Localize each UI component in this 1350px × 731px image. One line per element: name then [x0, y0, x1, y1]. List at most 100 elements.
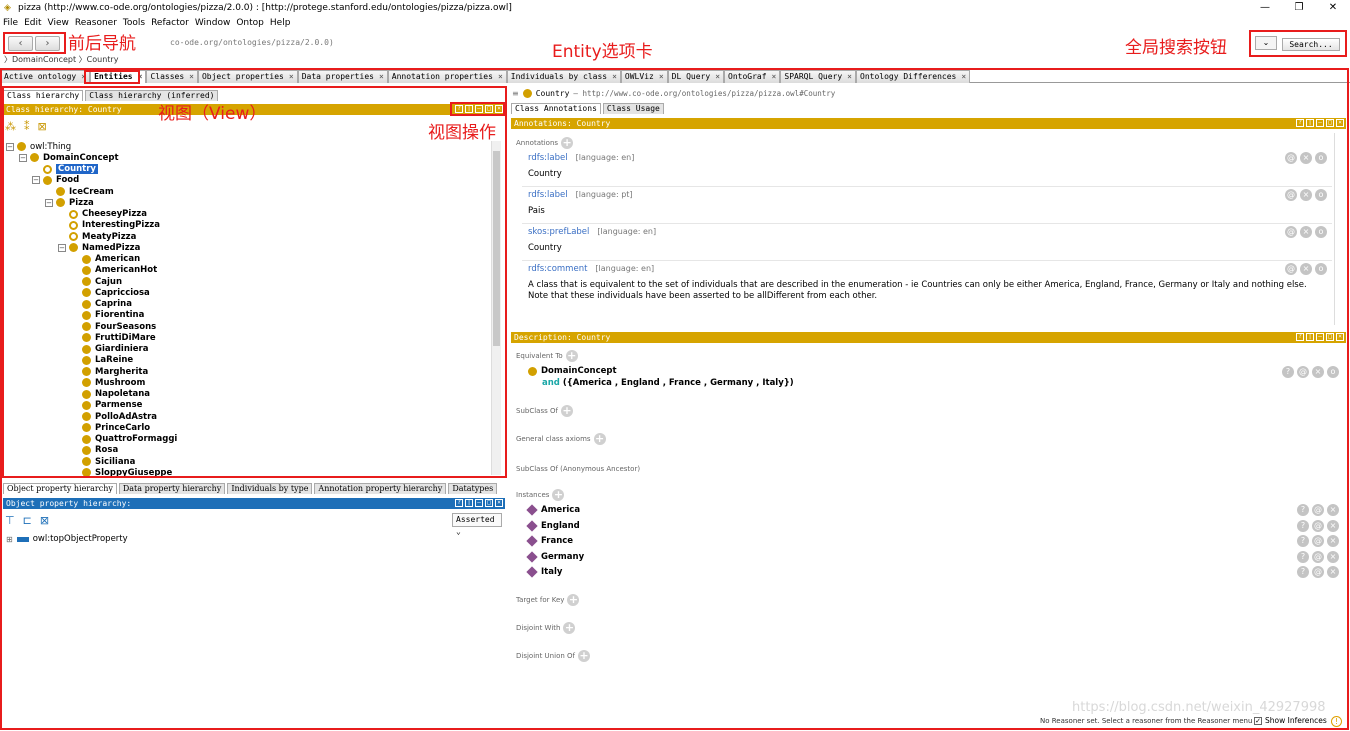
tree-node[interactable]: QuattroFormaggi: [6, 434, 177, 445]
help-icon[interactable]: ?: [455, 499, 463, 507]
tree-node[interactable]: PolloAdAstra: [6, 411, 177, 422]
tab-class-usage[interactable]: Class Usage: [602, 103, 664, 114]
collapse-toggle-icon[interactable]: −: [32, 176, 40, 185]
help-icon[interactable]: ?: [1296, 119, 1304, 127]
maximize-view-icon[interactable]: □: [1326, 119, 1334, 127]
delete-icon[interactable]: ×: [1327, 566, 1339, 578]
annotation-item[interactable]: rdfs:comment [language: en] A class that i…: [528, 264, 1328, 302]
edit-icon[interactable]: o: [1315, 226, 1327, 238]
tree-node[interactable]: SloppyGiuseppe: [6, 467, 177, 478]
tab-active-ontology[interactable]: Active ontology ×: [0, 70, 91, 83]
tree-node[interactable]: Mushroom: [6, 377, 177, 388]
close-tab-icon[interactable]: ×: [138, 71, 143, 83]
delete-icon[interactable]: ×: [1300, 226, 1312, 238]
instance-item[interactable]: Italy: [526, 566, 562, 578]
delete-icon[interactable]: ×: [1327, 504, 1339, 516]
asserted-select[interactable]: Asserted ⌄: [452, 513, 502, 536]
tab-datatypes[interactable]: Datatypes: [448, 483, 498, 494]
menu-reasoner[interactable]: Reasoner: [75, 18, 117, 28]
tree-node[interactable]: Margherita: [6, 366, 177, 377]
minimize-button[interactable]: —: [1248, 0, 1282, 16]
add-subclass-icon[interactable]: ⁂: [5, 120, 16, 133]
close-tab-icon[interactable]: ×: [847, 71, 852, 83]
pin-icon[interactable]: |: [1306, 119, 1314, 127]
top-object-property-node[interactable]: ⊞ owl:topObjectProperty: [6, 534, 128, 544]
annotation-item[interactable]: rdfs:label [language: pt] Pais: [528, 190, 1328, 217]
explain-icon[interactable]: ?: [1297, 566, 1309, 578]
class-tree-scrollbar[interactable]: [491, 141, 501, 475]
annotate-icon[interactable]: @: [1297, 366, 1309, 378]
show-inferences-toggle[interactable]: ✓ Show Inferences: [1254, 716, 1327, 725]
menu-ontop[interactable]: Ontop: [236, 18, 264, 28]
annotate-icon[interactable]: @: [1312, 519, 1324, 532]
collapse-toggle-icon[interactable]: −: [58, 243, 66, 252]
add-disjoint-button[interactable]: +: [563, 622, 576, 634]
collapse-toggle-icon[interactable]: −: [19, 153, 27, 162]
help-icon[interactable]: ?: [455, 105, 463, 113]
explain-icon[interactable]: ?: [1282, 366, 1294, 378]
tree-node[interactable]: − Pizza: [6, 197, 177, 208]
minimize-view-icon[interactable]: –: [475, 105, 483, 113]
edit-icon[interactable]: o: [1327, 366, 1339, 378]
tree-node[interactable]: − DomainConcept: [6, 152, 177, 163]
menu-tools[interactable]: Tools: [123, 18, 145, 28]
annotation-property[interactable]: rdfs:comment: [528, 264, 587, 274]
checkbox-icon[interactable]: ✓: [1254, 716, 1262, 725]
minimize-view-icon[interactable]: –: [1316, 333, 1324, 341]
tree-node[interactable]: Cajun: [6, 276, 177, 287]
tree-node[interactable]: Capricciosa: [6, 287, 177, 298]
tab-classes[interactable]: Classes ×: [146, 70, 198, 83]
tab-class-annotations[interactable]: Class Annotations: [511, 103, 601, 114]
annotation-item[interactable]: skos:prefLabel [language: en] Country: [528, 227, 1328, 254]
close-tab-icon[interactable]: ×: [189, 71, 194, 83]
instance-item[interactable]: France: [526, 535, 573, 547]
add-instance-button[interactable]: +: [552, 489, 565, 501]
explain-icon[interactable]: ?: [1297, 504, 1309, 516]
tree-node[interactable]: Napoletana: [6, 389, 177, 400]
expand-icon[interactable]: ⊞: [6, 535, 13, 544]
equivalent-expression[interactable]: DomainConcept and ({America , England , …: [528, 366, 794, 388]
tree-node[interactable]: MeatyPizza: [6, 231, 177, 242]
close-view-icon[interactable]: ×: [495, 499, 503, 507]
annotate-icon[interactable]: @: [1285, 152, 1297, 164]
close-tab-icon[interactable]: ×: [289, 71, 294, 83]
tab-sparql-query[interactable]: SPARQL Query ×: [780, 70, 856, 83]
tree-node[interactable]: American: [6, 254, 177, 265]
tree-node[interactable]: Caprina: [6, 299, 177, 310]
maximize-view-icon[interactable]: □: [1326, 333, 1334, 341]
close-tab-icon[interactable]: ×: [498, 71, 503, 83]
minimize-view-icon[interactable]: –: [1316, 119, 1324, 127]
add-disjoint-union-button[interactable]: +: [577, 650, 590, 662]
tree-node[interactable]: − NamedPizza: [6, 242, 177, 253]
help-icon[interactable]: ?: [1296, 333, 1304, 341]
tree-node[interactable]: PrinceCarlo: [6, 422, 177, 433]
annotate-icon[interactable]: @: [1312, 550, 1324, 563]
close-tab-icon[interactable]: ×: [715, 71, 720, 83]
menu-refactor[interactable]: Refactor: [151, 18, 189, 28]
tab-ontograf[interactable]: OntoGraf ×: [724, 70, 781, 83]
tree-node[interactable]: − Food: [6, 175, 177, 186]
close-tab-icon[interactable]: ×: [612, 71, 617, 83]
close-tab-icon[interactable]: ×: [379, 71, 384, 83]
instance-item[interactable]: America: [526, 504, 580, 516]
tab-object-property-hierarchy[interactable]: Object property hierarchy: [3, 483, 117, 494]
annotate-icon[interactable]: @: [1285, 189, 1297, 201]
tab-object-properties[interactable]: Object properties ×: [197, 70, 298, 83]
edit-icon[interactable]: o: [1315, 152, 1327, 164]
tree-node[interactable]: IceCream: [6, 186, 177, 197]
add-key-button[interactable]: +: [567, 594, 580, 606]
delete-icon[interactable]: ×: [1327, 535, 1339, 547]
close-view-icon[interactable]: ×: [1336, 333, 1344, 341]
tab-annotation-properties[interactable]: Annotation properties ×: [387, 70, 507, 83]
tab-individuals-by-type[interactable]: Individuals by type: [227, 483, 313, 494]
annotate-icon[interactable]: @: [1312, 504, 1324, 516]
delete-icon[interactable]: ×: [1312, 366, 1324, 378]
search-button[interactable]: Search...: [1282, 38, 1340, 51]
delete-icon[interactable]: ×: [1327, 550, 1339, 563]
tab-annotation-property-hierarchy[interactable]: Annotation property hierarchy: [314, 483, 447, 494]
instance-item[interactable]: Germany: [526, 550, 584, 563]
close-tab-icon[interactable]: ×: [772, 71, 777, 83]
tree-node[interactable]: InterestingPizza: [6, 220, 177, 231]
tree-node[interactable]: Rosa: [6, 445, 177, 456]
tab-ontology-differences[interactable]: Ontology Differences ×: [856, 70, 971, 83]
